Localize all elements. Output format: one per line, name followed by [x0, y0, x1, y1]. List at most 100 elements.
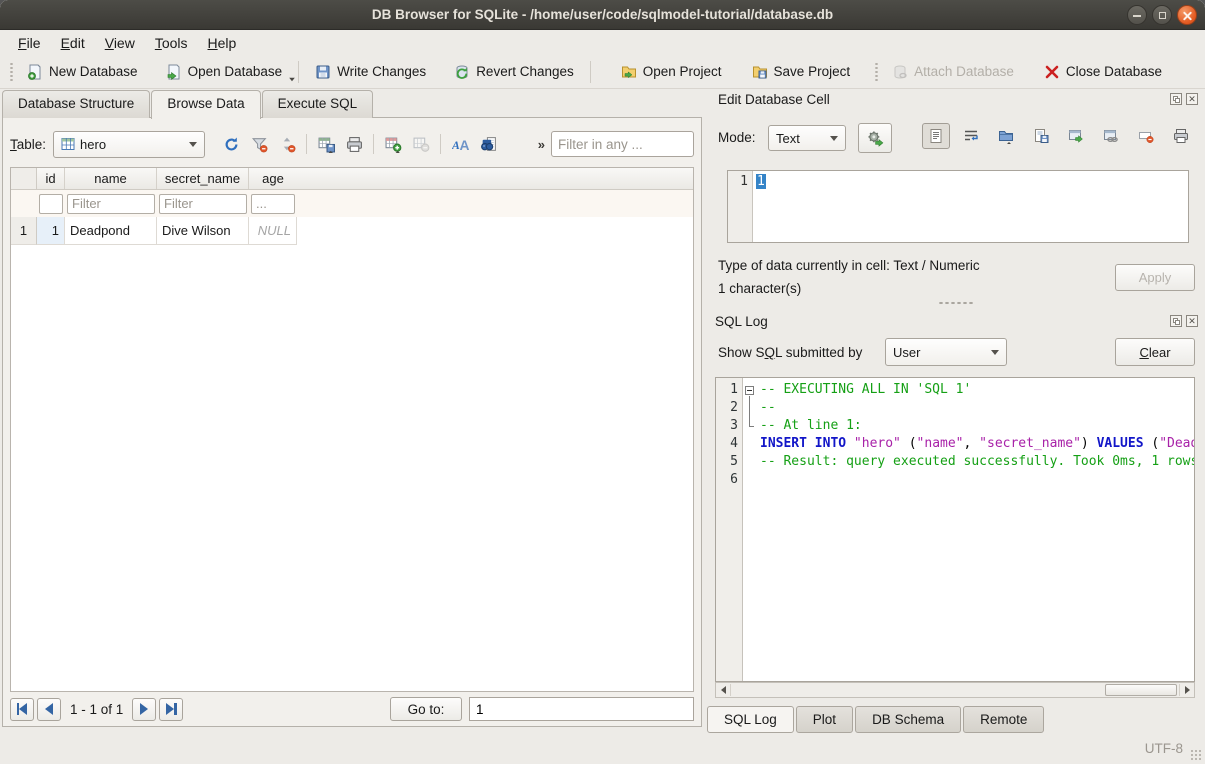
print-table-button[interactable]: [340, 131, 368, 157]
menu-help[interactable]: Help: [198, 33, 247, 53]
tab-remote[interactable]: Remote: [963, 706, 1044, 733]
save-table-button[interactable]: [312, 131, 340, 157]
maximize-button[interactable]: [1152, 5, 1172, 25]
column-header-age[interactable]: age: [249, 168, 297, 189]
menu-edit[interactable]: Edit: [51, 33, 95, 53]
clear-filters-button[interactable]: [245, 131, 273, 157]
minimize-icon: [1133, 15, 1141, 17]
filter-input-secret-name[interactable]: [159, 194, 247, 214]
dock-splitter-handle[interactable]: [938, 301, 974, 305]
last-record-button[interactable]: [159, 698, 183, 721]
font-settings-button[interactable]: AA: [446, 131, 474, 157]
find-in-table-button[interactable]: [474, 131, 502, 157]
record-range-label: 1 - 1 of 1: [70, 702, 123, 717]
save-file-icon: [1033, 128, 1049, 144]
insert-record-button[interactable]: [379, 131, 407, 157]
table-selector[interactable]: hero: [53, 131, 205, 158]
open-database-button[interactable]: Open Database: [158, 59, 291, 85]
filter-any-column-input[interactable]: [551, 131, 694, 157]
import-file-icon: [998, 128, 1014, 144]
cell-name[interactable]: Deadpond: [65, 217, 157, 245]
column-header-id[interactable]: id: [37, 168, 65, 189]
cell-editor[interactable]: 1 1: [727, 170, 1189, 243]
sql-log-gutter: 1 2 3 4 5 6: [716, 378, 743, 681]
edit-cell-toolbar: [922, 123, 1195, 149]
sql-submitter-selector[interactable]: User: [885, 338, 1007, 366]
printer-icon: [1173, 128, 1189, 144]
main-tab-bar: Database Structure Browse Data Execute S…: [2, 90, 374, 119]
close-panel-icon[interactable]: ✕: [1186, 93, 1198, 105]
mode-selector[interactable]: Text: [768, 125, 846, 151]
print-cell-button[interactable]: [1167, 123, 1195, 149]
cell-id[interactable]: 1: [37, 217, 65, 245]
app-window: DB Browser for SQLite - /home/user/code/…: [0, 0, 1205, 764]
menu-view[interactable]: View: [95, 33, 145, 53]
grid-corner-header[interactable]: [11, 168, 37, 189]
open-database-dropdown-caret[interactable]: [289, 77, 295, 81]
chevron-down-icon: [830, 136, 838, 141]
next-record-button[interactable]: [132, 698, 156, 721]
tab-plot[interactable]: Plot: [796, 706, 853, 733]
svg-text:A: A: [459, 136, 469, 152]
scrollbar-thumb[interactable]: [1105, 684, 1177, 696]
text-mode-button[interactable]: [922, 123, 950, 149]
tab-execute-sql[interactable]: Execute SQL: [262, 90, 374, 118]
previous-record-button[interactable]: [37, 698, 61, 721]
open-project-button[interactable]: Open Project: [613, 59, 730, 85]
close-panel-icon[interactable]: ✕: [1186, 315, 1198, 327]
tab-database-structure[interactable]: Database Structure: [2, 90, 150, 118]
close-button[interactable]: [1177, 5, 1197, 25]
close-database-button[interactable]: Close Database: [1036, 59, 1170, 85]
filter-input-id[interactable]: [39, 194, 63, 214]
cell-secret-name[interactable]: Dive Wilson: [157, 217, 249, 245]
find-icon: [480, 136, 497, 153]
sql-log-title: SQL Log: [715, 314, 768, 329]
menu-tools[interactable]: Tools: [145, 33, 198, 53]
goto-input[interactable]: [469, 697, 694, 721]
tab-sql-log[interactable]: SQL Log: [707, 706, 794, 733]
sql-log-horizontal-scrollbar[interactable]: [715, 682, 1195, 698]
filter-input-name[interactable]: [67, 194, 155, 214]
cell-age[interactable]: NULL: [249, 217, 297, 245]
open-in-external-button[interactable]: [1062, 123, 1090, 149]
sql-log-view[interactable]: 1 2 3 4 5 6 -- EXECUTING ALL IN 'SQL 1' …: [715, 377, 1195, 682]
column-header-secret-name[interactable]: secret_name: [157, 168, 249, 189]
tab-browse-data[interactable]: Browse Data: [151, 90, 260, 119]
row-header[interactable]: 1: [11, 217, 37, 245]
refresh-button[interactable]: [217, 131, 245, 157]
first-record-button[interactable]: [10, 698, 34, 721]
tab-db-schema[interactable]: DB Schema: [855, 706, 961, 733]
toolbar-overflow-chevron[interactable]: »: [538, 137, 545, 152]
edit-cell-title: Edit Database Cell: [718, 92, 830, 107]
import-data-button[interactable]: [992, 123, 1020, 149]
write-changes-button[interactable]: Write Changes: [307, 59, 434, 85]
float-panel-icon[interactable]: [1170, 315, 1182, 327]
clear-filter-icon: [251, 136, 268, 153]
save-table-icon: [318, 136, 335, 153]
revert-changes-button[interactable]: Revert Changes: [446, 59, 582, 85]
clear-log-button[interactable]: Clear: [1115, 338, 1195, 366]
word-wrap-button[interactable]: [957, 123, 985, 149]
resize-grip[interactable]: [1190, 749, 1202, 761]
set-null-icon: [1138, 128, 1154, 144]
table-label: Table:: [10, 137, 46, 152]
save-project-button[interactable]: Save Project: [744, 59, 859, 85]
column-header-name[interactable]: name: [65, 168, 157, 189]
new-database-button[interactable]: New Database: [19, 59, 146, 85]
menu-file[interactable]: File: [8, 33, 51, 53]
auto-format-button[interactable]: [858, 123, 892, 153]
export-data-button[interactable]: [1027, 123, 1055, 149]
float-panel-icon[interactable]: [1170, 93, 1182, 105]
goto-button[interactable]: Go to:: [390, 697, 462, 721]
copy-link-button[interactable]: [1097, 123, 1125, 149]
cell-char-count: 1 character(s): [718, 281, 801, 296]
scroll-left-arrow[interactable]: [716, 684, 731, 696]
minimize-button[interactable]: [1127, 5, 1147, 25]
fold-collapse-icon[interactable]: [745, 386, 754, 395]
clear-sorting-button[interactable]: [273, 131, 301, 157]
open-project-icon: [621, 64, 637, 80]
set-null-button[interactable]: [1132, 123, 1160, 149]
filter-input-age[interactable]: [251, 194, 295, 214]
scroll-right-arrow[interactable]: [1179, 684, 1194, 696]
save-project-icon: [752, 64, 768, 80]
